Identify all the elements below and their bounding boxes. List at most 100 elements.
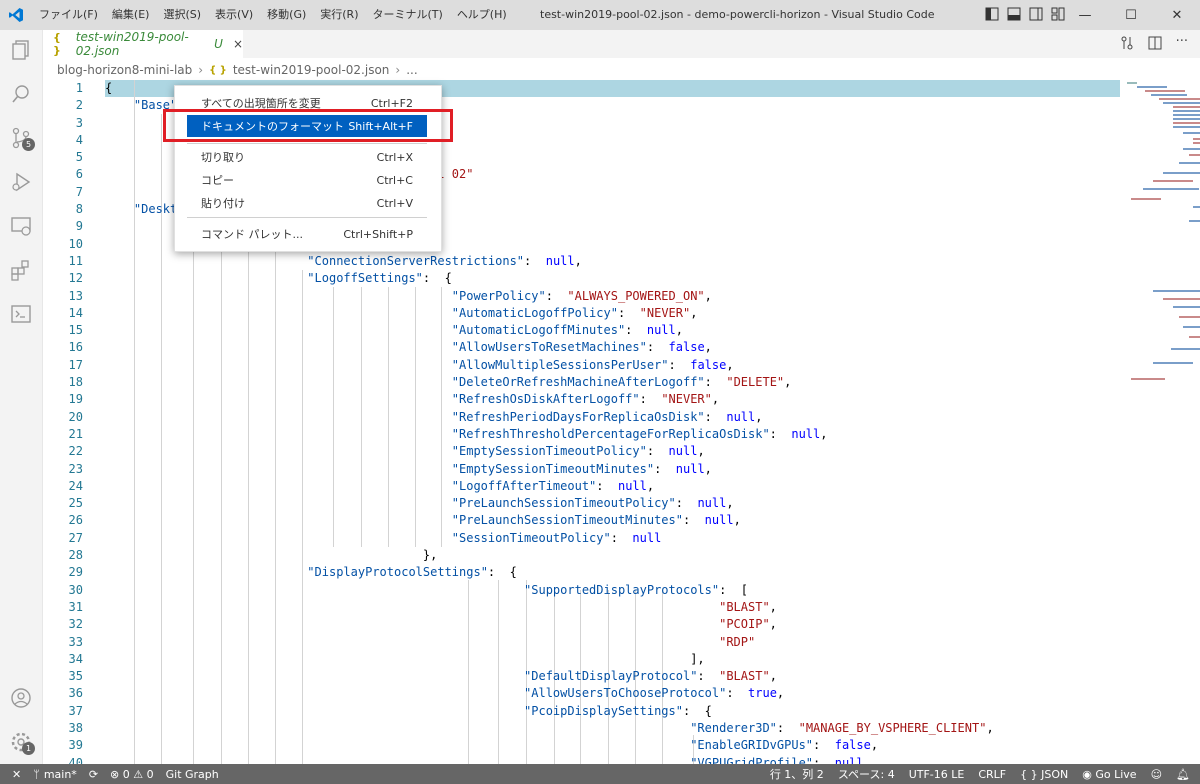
code-line: "EmptySessionTimeoutMinutes": null, — [451, 461, 712, 476]
breadcrumb-file[interactable]: test-win2019-pool-02.json — [233, 63, 390, 77]
activity-bar: 5 1 — [0, 30, 43, 764]
minimap[interactable] — [1123, 80, 1200, 764]
code-line: "PreLaunchSessionTimeoutMinutes": null, — [451, 513, 741, 528]
git-branch-icon: ᛘ — [33, 767, 40, 781]
title-bar: ファイル(F) 編集(E) 選択(S) 表示(V) 移動(G) 実行(R) ター… — [0, 0, 1200, 30]
code-line: "AllowMultipleSessionsPerUser": false, — [451, 357, 734, 372]
language-mode[interactable]: { } JSON — [1020, 768, 1068, 781]
status-bar: ✕ ᛘ main* ⟳ ⊗ 0 ⚠ 0 Git Graph 行 1、列 2 スペ… — [0, 764, 1200, 784]
accounts-icon[interactable] — [9, 686, 33, 710]
line-number: 7 — [75, 184, 83, 199]
toggle-secondary-sidebar-icon[interactable] — [1029, 7, 1043, 21]
breadcrumb: blog-horizon8-mini-lab › { } test-win201… — [57, 60, 418, 80]
line-number: 23 — [68, 461, 83, 476]
maximize-icon[interactable]: ☐ — [1108, 0, 1154, 30]
remote-indicator-icon[interactable]: ✕ — [12, 768, 21, 781]
line-number: 21 — [68, 426, 83, 441]
tab-bar: { } test-win2019-pool-02.json U × ··· — [43, 30, 1200, 58]
close-tab-icon[interactable]: × — [233, 37, 243, 51]
feedback-icon[interactable]: ☺ — [1151, 768, 1162, 781]
code-line: "AutomaticLogoffMinutes": null, — [451, 323, 683, 338]
menu-separator — [187, 217, 427, 218]
menu-item-command-palette[interactable]: コマンド パレット... Ctrl+Shift+P — [187, 223, 427, 245]
menu-file[interactable]: ファイル(F) — [32, 0, 105, 30]
code-line: "PcoipDisplaySettings": { — [524, 703, 712, 718]
vscode-logo-icon — [0, 0, 32, 30]
toggle-panel-icon[interactable] — [1007, 7, 1021, 21]
highlight-annotation-box — [163, 109, 453, 142]
menu-run[interactable]: 実行(R) — [313, 0, 365, 30]
end-of-line[interactable]: CRLF — [978, 768, 1006, 781]
line-number: 13 — [68, 288, 83, 303]
line-number: 28 — [68, 548, 83, 563]
line-number: 18 — [68, 375, 83, 390]
menu-item-paste[interactable]: 貼り付け Ctrl+V — [187, 192, 427, 214]
breadcrumb-symbol[interactable]: ... — [406, 63, 417, 77]
menu-terminal[interactable]: ターミナル(T) — [366, 0, 450, 30]
git-graph-button[interactable]: Git Graph — [166, 768, 219, 781]
code-line: }, — [422, 548, 438, 563]
open-changes-icon[interactable] — [1120, 36, 1134, 53]
line-number: 22 — [68, 444, 83, 459]
window-title: test-win2019-pool-02.json - demo-powercl… — [540, 8, 935, 21]
close-window-icon[interactable]: ✕ — [1154, 0, 1200, 30]
code-line: "LogoffAfterTimeout": null, — [451, 478, 655, 493]
menu-edit[interactable]: 編集(E) — [105, 0, 157, 30]
go-live-button[interactable]: ◉ Go Live — [1082, 768, 1136, 781]
code-line: "Renderer3D": "MANAGE_BY_VSPHERE_CLIENT"… — [690, 720, 994, 735]
line-number: 5 — [75, 150, 83, 165]
line-number: 11 — [68, 253, 83, 268]
code-line: "AllowUsersToResetMachines": false, — [451, 340, 712, 355]
json-file-icon: { } — [53, 31, 61, 57]
breadcrumb-folder[interactable]: blog-horizon8-mini-lab — [57, 63, 192, 77]
toggle-sidebar-icon[interactable] — [985, 7, 999, 21]
menu-item-cut[interactable]: 切り取り Ctrl+X — [187, 146, 427, 168]
tab-label: test-win2019-pool-02.json — [75, 30, 189, 58]
line-number-gutter: 1 2 3 4 5 6 7 8 9 10 11 12 13 14 15 16 1… — [43, 80, 83, 764]
menu-selection[interactable]: 選択(S) — [156, 0, 208, 30]
code-line: "DisplayProtocolSettings": { — [307, 565, 517, 580]
extensions-icon[interactable] — [9, 258, 33, 282]
code-line: ], — [690, 651, 705, 666]
line-number: 19 — [68, 392, 83, 407]
line-number: 14 — [68, 305, 83, 320]
remote-explorer-icon[interactable] — [9, 214, 33, 238]
tab-test-win2019-pool-02[interactable]: { } test-win2019-pool-02.json U × — [43, 30, 243, 58]
code-line: "RefreshOsDiskAfterLogoff": "NEVER", — [451, 392, 720, 407]
chevron-right-icon: › — [198, 63, 204, 77]
encoding[interactable]: UTF-16 LE — [909, 768, 965, 781]
menu-item-copy[interactable]: コピー Ctrl+C — [187, 169, 427, 191]
cursor-position[interactable]: 行 1、列 2 — [770, 766, 824, 782]
line-number: 32 — [68, 617, 83, 632]
split-editor-icon[interactable] — [1148, 36, 1162, 53]
line-number: 2 — [75, 98, 83, 113]
line-number: 37 — [68, 703, 83, 718]
source-control-icon[interactable]: 5 — [9, 126, 35, 151]
menu-help[interactable]: ヘルプ(H) — [450, 0, 514, 30]
line-number: 3 — [75, 115, 83, 130]
minimize-icon[interactable]: — — [1062, 0, 1108, 30]
manage-gear-icon[interactable]: 1 — [9, 730, 35, 755]
code-line: "SessionTimeoutPolicy": null — [451, 530, 662, 545]
search-icon[interactable] — [9, 82, 33, 106]
sync-icon[interactable]: ⟳ — [89, 768, 98, 781]
line-number: 8 — [75, 202, 83, 217]
scm-badge: 5 — [22, 138, 35, 151]
broadcast-icon: ◉ — [1082, 767, 1096, 781]
line-number: 12 — [68, 271, 83, 286]
code-line: "DeleteOrRefreshMachineAfterLogoff": "DE… — [451, 375, 792, 390]
more-actions-icon[interactable]: ··· — [1176, 35, 1188, 53]
line-number: 38 — [68, 720, 83, 735]
terminal-icon[interactable] — [9, 302, 33, 326]
menu-go[interactable]: 移動(G) — [260, 0, 313, 30]
indentation[interactable]: スペース: 4 — [838, 766, 895, 782]
branch-indicator[interactable]: ᛘ main* — [33, 768, 77, 781]
line-number: 36 — [68, 686, 83, 701]
notifications-bell-icon[interactable]: 🔔︎ — [1176, 768, 1190, 781]
problems-indicator[interactable]: ⊗ 0 ⚠ 0 — [110, 768, 154, 781]
run-debug-icon[interactable] — [9, 170, 33, 194]
code-line: "EnableGRIDvGPUs": false, — [690, 738, 879, 753]
menu-view[interactable]: 表示(V) — [208, 0, 260, 30]
line-number: 15 — [68, 323, 83, 338]
explorer-icon[interactable] — [9, 38, 33, 62]
